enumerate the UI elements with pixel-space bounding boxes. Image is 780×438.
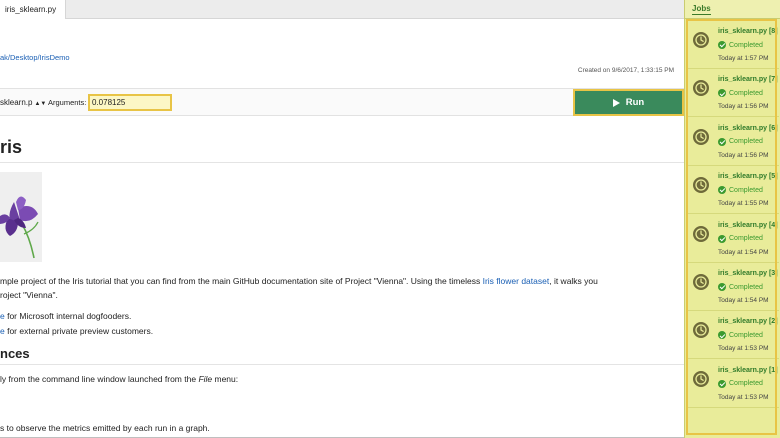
jobs-header: Jobs <box>685 0 780 19</box>
job-status-label: Completed <box>729 41 763 49</box>
job-status: Completed <box>718 41 763 49</box>
job-time: Today at 1:54 PM <box>718 297 769 304</box>
intro-text-b: , it walks you <box>549 276 598 286</box>
iris-dataset-link[interactable]: Iris flower dataset <box>483 276 550 286</box>
jobs-tab[interactable]: Jobs <box>692 4 711 15</box>
job-status-label: Completed <box>729 186 763 194</box>
list-item: e for Microsoft internal dogfooders. <box>0 311 131 321</box>
job-name[interactable]: iris_sklearn.py [4] <box>718 222 778 229</box>
section-divider <box>0 364 684 365</box>
clock-icon <box>693 128 709 145</box>
instructions-text-a: ly from the command line window launched… <box>0 374 199 384</box>
tab-bar: iris_sklearn.py <box>0 0 684 19</box>
job-status-label: Completed <box>729 283 763 291</box>
job-item[interactable]: iris_sklearn.py [8] Completed Today at 1:5… <box>687 21 779 69</box>
intro-paragraph: mple project of the Iris tutorial that y… <box>0 276 598 286</box>
job-time: Today at 1:56 PM <box>718 151 769 159</box>
run-button[interactable]: Run <box>575 91 682 114</box>
script-select[interactable]: sklearn.p ▲▼ <box>0 96 46 110</box>
run-button-outline: Run <box>573 89 684 116</box>
main-area: iris_sklearn.py ak/Desktop/IrisDemo Crea… <box>0 0 684 438</box>
job-status-label: Completed <box>729 331 763 339</box>
list-item: e for external private preview customers… <box>0 326 153 336</box>
job-time: Today at 1:55 PM <box>718 200 769 208</box>
clock-icon <box>693 32 709 48</box>
script-select-value: sklearn.p <box>0 98 33 107</box>
check-circle-icon <box>718 331 726 340</box>
created-timestamp: Created on 9/6/2017, 1:33:15 PM <box>577 67 674 74</box>
job-status: Completed <box>718 234 763 243</box>
run-button-label: Run <box>625 97 645 108</box>
check-circle-icon <box>718 89 726 98</box>
check-circle-icon <box>718 379 726 388</box>
job-item[interactable]: iris_sklearn.py [6] Completed Today at 1:5… <box>687 118 779 166</box>
select-arrows-icon: ▲▼ <box>34 101 47 107</box>
check-circle-icon <box>718 41 726 49</box>
job-time: Today at 1:57 PM <box>718 55 769 62</box>
job-status: Completed <box>718 186 763 195</box>
clock-icon <box>693 225 709 242</box>
instructions-text-b: menu: <box>212 374 239 384</box>
clock-icon <box>693 80 709 97</box>
job-status: Completed <box>718 283 763 291</box>
document-title: ris <box>0 137 23 157</box>
clock-icon <box>693 370 709 387</box>
job-item[interactable]: iris_sklearn.py [5] Completed Today at 1:5… <box>687 166 779 215</box>
check-circle-icon <box>718 137 726 146</box>
job-status-label: Completed <box>729 235 763 243</box>
job-item[interactable]: iris_sklearn.py [2] Completed Today at 1:5… <box>687 311 779 360</box>
job-item[interactable]: iris_sklearn.py [4] Completed Today at 1:5… <box>687 215 779 263</box>
clock-icon <box>693 177 709 194</box>
arguments-input[interactable] <box>88 94 172 111</box>
clock-icon <box>693 274 709 290</box>
job-name[interactable]: iris_sklearn.py [3] <box>718 270 778 277</box>
job-name[interactable]: iris_sklearn.py [6] <box>718 125 778 132</box>
job-time: Today at 1:54 PM <box>718 248 769 256</box>
job-name[interactable]: iris_sklearn.py [8] <box>718 28 778 35</box>
list-item-text: for external private preview customers. <box>4 326 154 336</box>
job-time: Today at 1:53 PM <box>718 345 769 353</box>
project-path-link[interactable]: ak/Desktop/IrisDemo <box>0 53 70 62</box>
job-item[interactable]: iris_sklearn.py [7] Completed Today at 1:5… <box>687 69 779 118</box>
check-circle-icon <box>718 186 726 195</box>
iris-flower-image <box>0 172 42 262</box>
job-time: Today at 1:53 PM <box>718 393 769 401</box>
job-name[interactable]: iris_sklearn.py [1] <box>718 367 778 374</box>
metrics-paragraph: s to observe the metrics emitted by each… <box>0 423 210 433</box>
check-circle-icon <box>718 283 726 291</box>
job-status: Completed <box>718 89 763 98</box>
job-time: Today at 1:56 PM <box>718 103 769 111</box>
instructions-paragraph: ly from the command line window launched… <box>0 374 238 384</box>
title-divider <box>0 162 684 163</box>
job-status-label: Completed <box>729 138 763 146</box>
file-menu-emphasis: File <box>198 374 213 384</box>
section-heading: nces <box>0 346 30 361</box>
job-name[interactable]: iris_sklearn.py [7] <box>718 76 778 83</box>
job-name[interactable]: iris_sklearn.py [2] <box>718 318 778 325</box>
intro-text-a: mple project of the Iris tutorial that y… <box>0 276 483 286</box>
job-status: Completed <box>718 379 763 388</box>
check-circle-icon <box>718 234 726 243</box>
arguments-label: Arguments: <box>48 98 87 107</box>
list-item-text: for Microsoft internal dogfooders. <box>4 311 132 321</box>
job-name[interactable]: iris_sklearn.py [5] <box>718 173 778 180</box>
job-status-label: Completed <box>729 380 763 388</box>
play-icon <box>612 98 620 107</box>
job-item[interactable]: iris_sklearn.py [3] Completed Today at 1:5… <box>687 263 779 311</box>
run-toolbar: sklearn.p▲▼ Arguments: Run <box>0 88 684 116</box>
clock-icon <box>693 322 709 339</box>
job-status: Completed <box>718 137 763 146</box>
job-status: Completed <box>718 331 763 340</box>
intro-paragraph-cont: roject "Vienna". <box>0 290 58 300</box>
job-status-label: Completed <box>729 89 763 97</box>
job-item[interactable]: iris_sklearn.py [1] Completed Today at 1:5… <box>687 360 779 408</box>
jobs-panel: Jobs iris_sklearn.py [8] Completed Today a… <box>684 0 780 438</box>
tab-iris-sklearn[interactable]: iris_sklearn.py <box>0 0 66 19</box>
